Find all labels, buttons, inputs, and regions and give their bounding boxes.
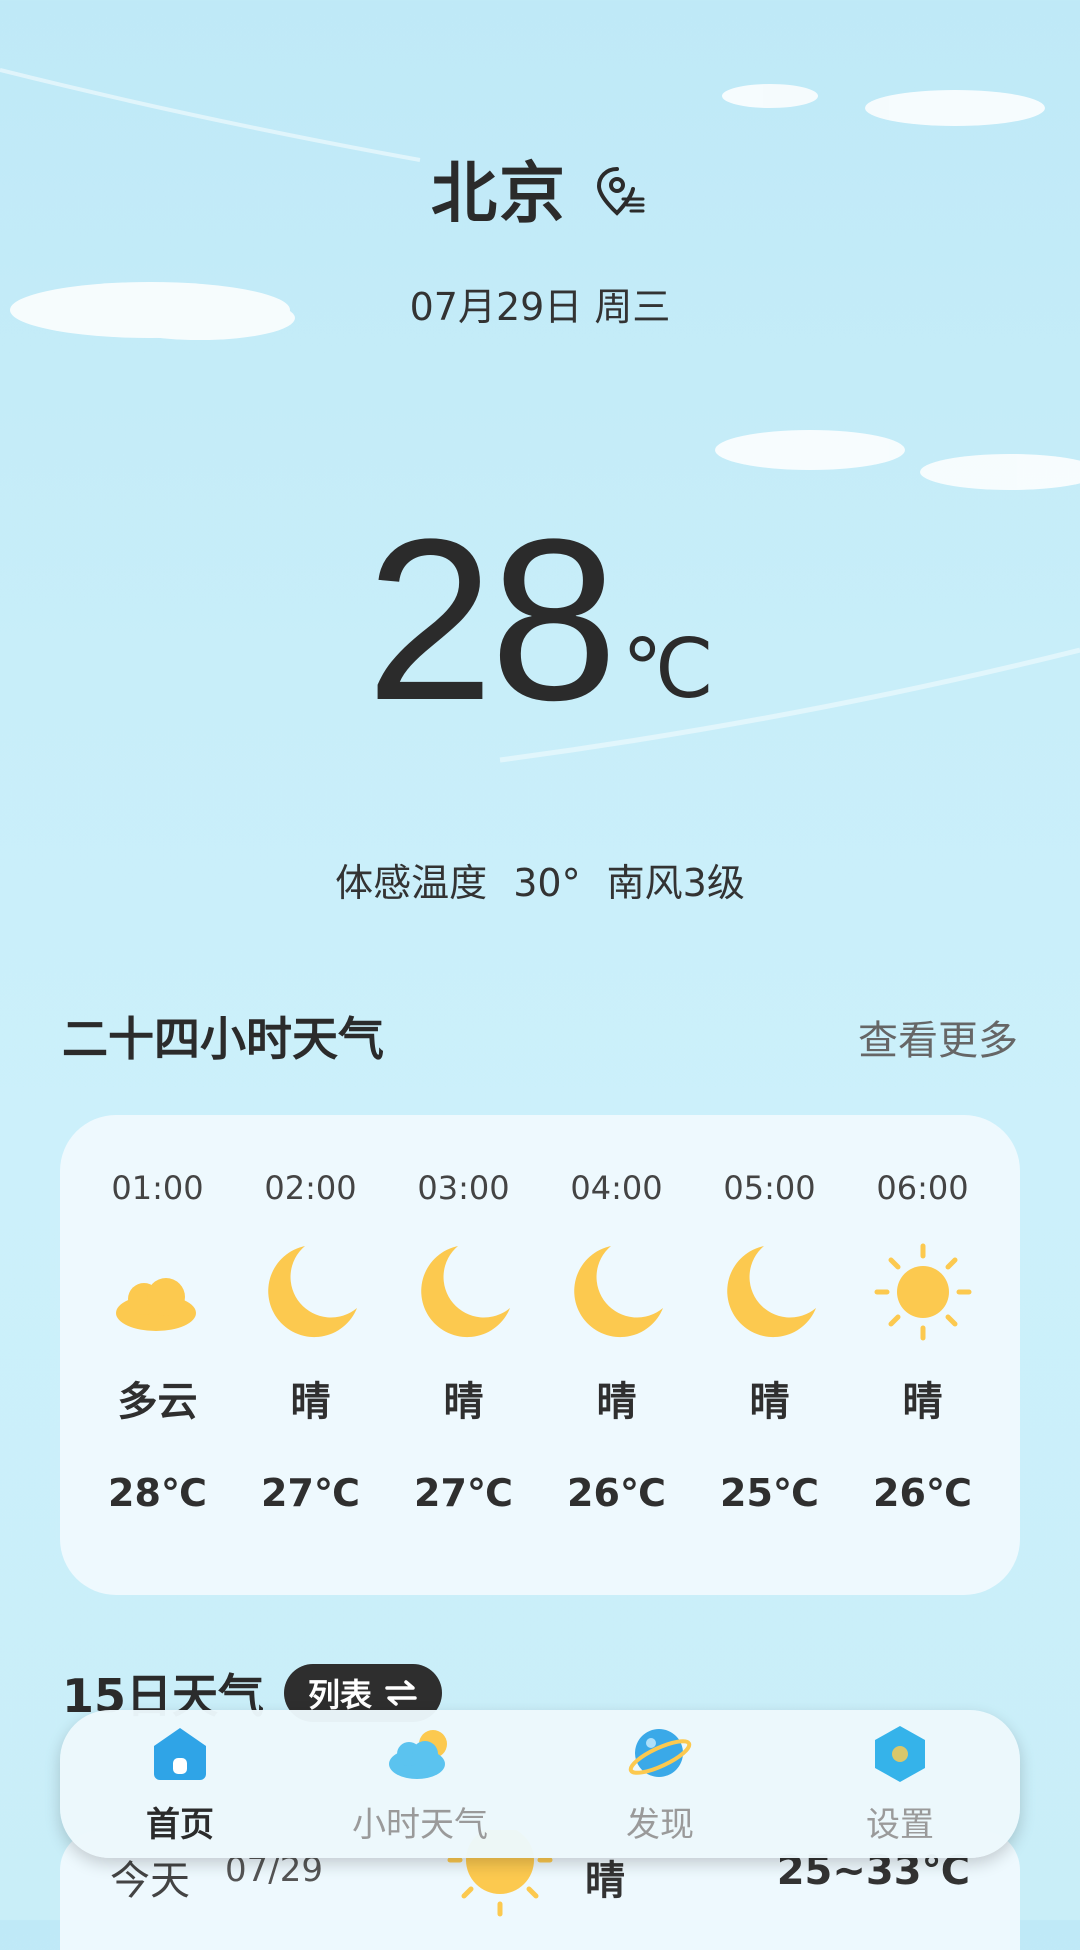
hour-item[interactable]: 06:00 晴 26℃ <box>860 1115 985 1515</box>
nav-item-home[interactable]: 首页 <box>80 1723 280 1846</box>
location-icon[interactable] <box>593 163 649 219</box>
hour-condition: 晴 <box>902 1379 943 1425</box>
hour-item[interactable]: 02:00 晴 27℃ <box>248 1115 373 1515</box>
hour-condition: 晴 <box>443 1379 484 1425</box>
cloud-sun-icon <box>389 1729 447 1779</box>
planet-icon <box>628 1728 692 1777</box>
hour-item[interactable]: 01:00 多云 28℃ <box>95 1115 220 1515</box>
sun-icon <box>874 1243 971 1341</box>
hour-temperature: 27℃ <box>261 1471 360 1515</box>
hour-time: 01:00 <box>111 1169 204 1207</box>
nav-label: 首页 <box>146 1804 214 1845</box>
nav-item-discover[interactable]: 发现 <box>560 1723 760 1846</box>
hour-temperature: 28℃ <box>108 1471 207 1515</box>
moon-icon <box>573 1246 663 1338</box>
header: 北京 07月29日 周三 <box>0 140 1080 331</box>
nav-label: 设置 <box>866 1804 934 1845</box>
hour-temperature: 26℃ <box>567 1471 666 1515</box>
hour-condition: 晴 <box>596 1379 637 1425</box>
feels-like-wind: 体感温度 30° 南风3级 <box>335 861 745 905</box>
nav-item-settings[interactable]: 设置 <box>800 1723 1000 1846</box>
moon-icon <box>420 1246 510 1338</box>
city-name: 北京 <box>431 155 567 232</box>
hour-item[interactable]: 05:00 晴 25℃ <box>707 1115 832 1515</box>
hour-item[interactable]: 04:00 晴 26℃ <box>554 1115 679 1515</box>
temperature-value: 28 <box>366 491 618 748</box>
hour-condition: 晴 <box>290 1379 331 1425</box>
home-icon <box>154 1727 206 1780</box>
hourly-forecast-card[interactable]: 01:00 多云 28℃ 02:00 晴 27℃ 03:00 晴 27℃ 04:… <box>60 1115 1020 1595</box>
swap-icon <box>385 1680 417 1706</box>
view-more-link[interactable]: 查看更多 <box>858 1008 1018 1066</box>
hour-temperature: 25℃ <box>720 1471 819 1515</box>
hour-condition: 晴 <box>749 1379 790 1425</box>
current-temperature: 28 ℃ <box>0 505 1080 735</box>
date-label: 07月29日 周三 <box>409 285 671 329</box>
hour-item[interactable]: 03:00 晴 27℃ <box>401 1115 526 1515</box>
hour-time: 06:00 <box>876 1169 969 1207</box>
bottom-navigation: 首页 小时天气 发现 设置 <box>60 1710 1020 1858</box>
moon-icon <box>726 1246 816 1338</box>
hour-condition: 多云 <box>117 1379 198 1425</box>
hourly-section-title: 二十四小时天气 <box>62 1012 384 1066</box>
hour-temperature: 27℃ <box>414 1471 513 1515</box>
nav-label: 小时天气 <box>352 1804 488 1845</box>
hour-time: 03:00 <box>417 1169 510 1207</box>
temperature-unit: ℃ <box>621 624 714 715</box>
cloudy-night-icon <box>115 1255 198 1331</box>
hour-time: 05:00 <box>723 1169 816 1207</box>
nav-item-hourly[interactable]: 小时天气 <box>320 1723 520 1846</box>
hour-temperature: 26℃ <box>873 1471 972 1515</box>
nav-label: 发现 <box>626 1804 694 1845</box>
hour-time: 02:00 <box>264 1169 357 1207</box>
moon-icon <box>267 1246 357 1338</box>
hour-time: 04:00 <box>570 1169 663 1207</box>
hexagon-settings-icon <box>875 1725 925 1782</box>
